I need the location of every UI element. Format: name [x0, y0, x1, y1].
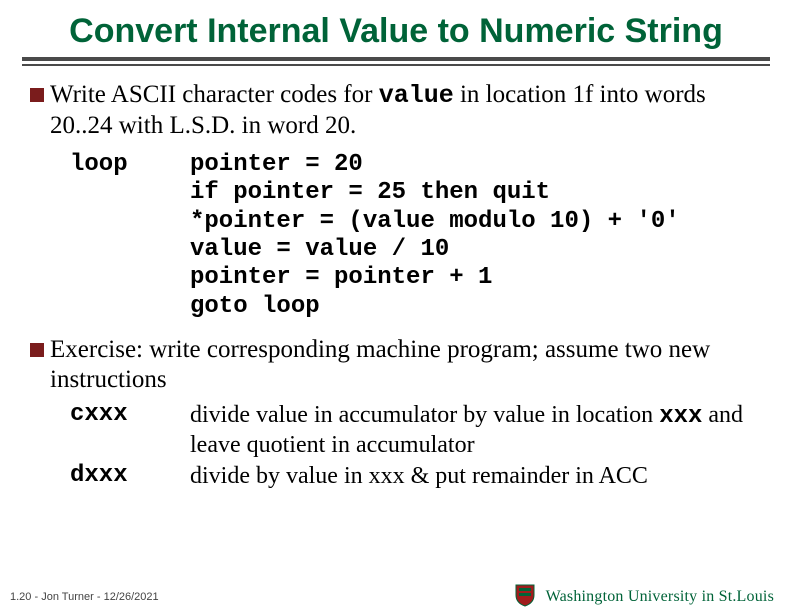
instruction-desc: divide by value in xxx & put remainder i… — [190, 462, 762, 490]
slide-title: Convert Internal Value to Numeric String — [0, 0, 792, 57]
footer-page: 1.20 — [10, 591, 31, 603]
code-inline: value — [379, 81, 454, 110]
instruction-row: dxxx divide by value in xxx & put remain… — [70, 462, 762, 491]
footer-meta: 1.20 - Jon Turner - 12/26/2021 — [10, 591, 159, 603]
bullet-text: Exercise: write corresponding machine pr… — [50, 335, 762, 395]
text-segment: divide value in accumulator by value in … — [190, 402, 659, 428]
title-underline — [22, 57, 770, 66]
instruction-opcode: dxxx — [70, 462, 190, 491]
square-bullet-icon — [30, 343, 44, 357]
code-line: pointer = 20 — [190, 151, 363, 178]
code-block: loop pointer = 20 if pointer = 25 then q… — [70, 151, 762, 321]
slide-content: Write ASCII character codes for value in… — [0, 74, 792, 490]
code-line: value = value / 10 — [190, 236, 449, 263]
code-line: pointer = pointer + 1 — [190, 264, 492, 291]
shield-icon — [514, 583, 536, 612]
bullet-text: Write ASCII character codes for value in… — [50, 80, 762, 141]
bullet-item: Write ASCII character codes for value in… — [30, 80, 762, 141]
footer-date: 12/26/2021 — [104, 591, 159, 603]
text-segment: Write ASCII character codes for — [50, 81, 379, 108]
code-line: *pointer = (value modulo 10) + '0' — [190, 208, 680, 235]
footer-university: Washington University in St.Louis — [546, 588, 774, 606]
code-inline: xxx — [659, 403, 702, 430]
slide-footer: 1.20 - Jon Turner - 12/26/2021 Washingto… — [0, 582, 792, 612]
instruction-list: cxxx divide value in accumulator by valu… — [70, 401, 762, 490]
code-lines: pointer = 20 if pointer = 25 then quit *… — [190, 151, 762, 321]
instruction-desc: divide value in accumulator by value in … — [190, 401, 762, 460]
code-line: goto loop — [190, 293, 320, 320]
bullet-item: Exercise: write corresponding machine pr… — [30, 335, 762, 395]
square-bullet-icon — [30, 88, 44, 102]
instruction-row: cxxx divide value in accumulator by valu… — [70, 401, 762, 460]
slide: Convert Internal Value to Numeric String… — [0, 0, 792, 612]
code-label: loop — [70, 151, 190, 321]
instruction-opcode: cxxx — [70, 401, 190, 430]
code-line: if pointer = 25 then quit — [190, 179, 550, 206]
footer-logo: Washington University in St.Louis — [514, 583, 774, 612]
footer-author: Jon Turner — [41, 591, 94, 603]
